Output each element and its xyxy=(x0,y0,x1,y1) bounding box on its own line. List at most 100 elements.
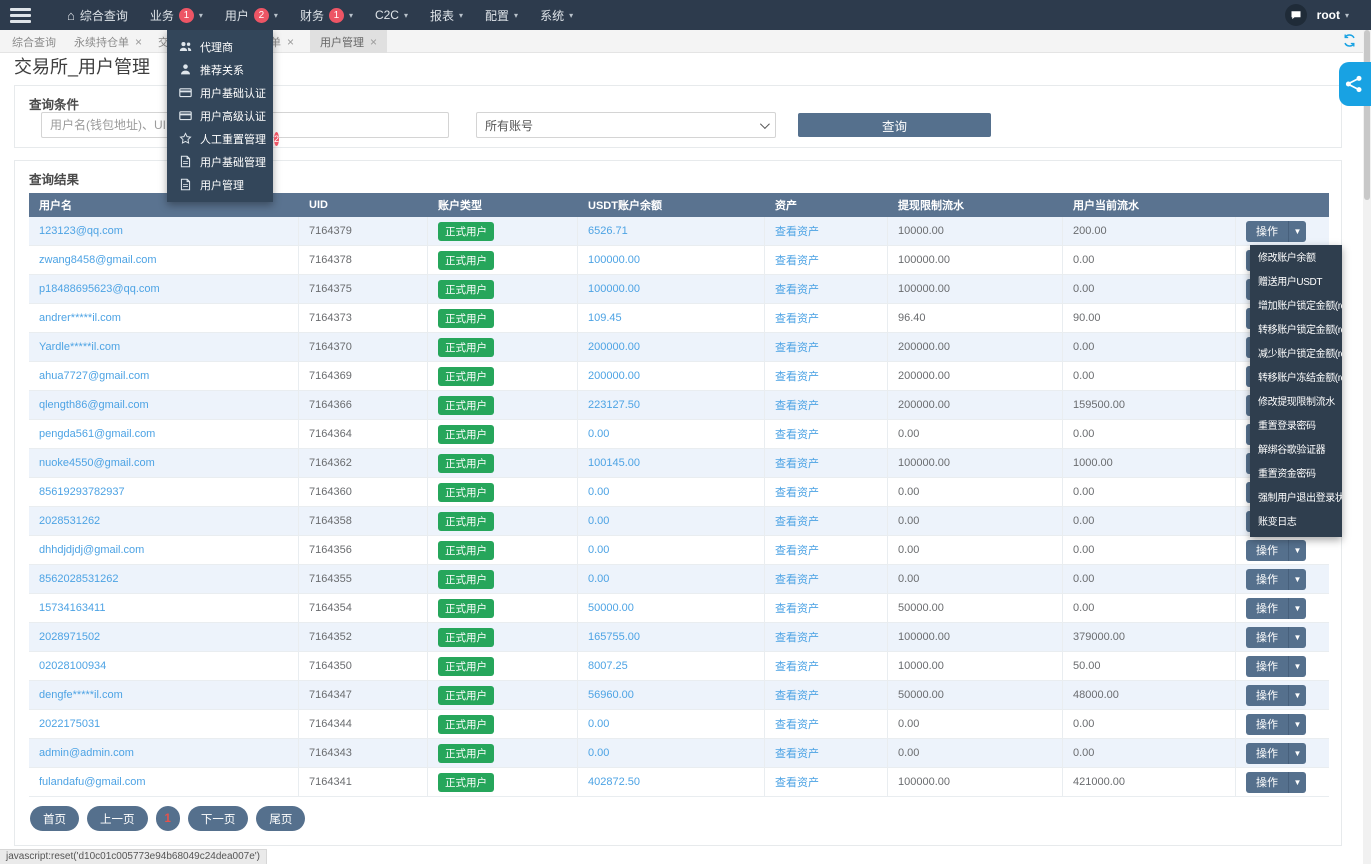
action-caret-button[interactable]: ▼ xyxy=(1288,742,1306,764)
view-assets-link[interactable]: 查看资产 xyxy=(775,571,819,587)
action-menu-item[interactable]: 强制用户退出登录状态 xyxy=(1250,487,1342,511)
usdt-balance-link[interactable]: 100145.00 xyxy=(588,457,640,469)
username-link[interactable]: 2022175031 xyxy=(39,718,100,730)
nav-item[interactable]: 系统 ▾ xyxy=(529,0,584,30)
prev-page-button[interactable]: 上一页 xyxy=(87,806,148,831)
action-menu-item[interactable]: 修改提现限制流水 xyxy=(1250,391,1342,415)
action-menu-item[interactable]: 减少账户锁定金额(root) xyxy=(1250,343,1342,367)
view-assets-link[interactable]: 查看资产 xyxy=(775,426,819,442)
username-link[interactable]: Yardle*****il.com xyxy=(39,341,120,353)
view-assets-link[interactable]: 查看资产 xyxy=(775,774,819,790)
action-button[interactable]: 操作 xyxy=(1246,742,1288,764)
hamburger-menu-icon[interactable] xyxy=(0,0,40,30)
usdt-balance-link[interactable]: 0.00 xyxy=(588,544,609,556)
close-icon[interactable]: × xyxy=(370,36,377,48)
action-button[interactable]: 操作 xyxy=(1246,684,1288,706)
user-menu-item[interactable]: 人工重置管理 2 xyxy=(167,127,280,150)
usdt-balance-link[interactable]: 100000.00 xyxy=(588,254,640,266)
username-link[interactable]: andrer*****il.com xyxy=(39,312,121,324)
user-menu-item[interactable]: 用户管理 xyxy=(167,173,273,196)
usdt-balance-link[interactable]: 0.00 xyxy=(588,573,609,585)
username-link[interactable]: 2028971502 xyxy=(39,631,100,643)
usdt-balance-link[interactable]: 402872.50 xyxy=(588,776,640,788)
view-assets-link[interactable]: 查看资产 xyxy=(775,600,819,616)
view-assets-link[interactable]: 查看资产 xyxy=(775,339,819,355)
usdt-balance-link[interactable]: 165755.00 xyxy=(588,631,640,643)
usdt-balance-link[interactable]: 0.00 xyxy=(588,718,609,730)
usdt-balance-link[interactable]: 56960.00 xyxy=(588,689,634,701)
action-menu-item[interactable]: 重置资金密码 xyxy=(1250,463,1342,487)
usdt-balance-link[interactable]: 200000.00 xyxy=(588,341,640,353)
username-link[interactable]: 85619293782937 xyxy=(39,486,125,498)
username-link[interactable]: admin@admin.com xyxy=(39,747,134,759)
action-button[interactable]: 操作 xyxy=(1246,771,1288,793)
action-menu-item[interactable]: 解绑谷歌验证器 xyxy=(1250,439,1342,463)
action-button[interactable]: 操作 xyxy=(1246,626,1288,648)
action-button[interactable]: 操作 xyxy=(1246,655,1288,677)
action-button[interactable]: 操作 xyxy=(1246,597,1288,619)
share-float-button[interactable] xyxy=(1339,62,1371,106)
action-caret-button[interactable]: ▼ xyxy=(1288,684,1306,706)
first-page-button[interactable]: 首页 xyxy=(30,806,79,831)
username-link[interactable]: 123123@qq.com xyxy=(39,225,123,237)
account-type-select[interactable]: 所有账号 xyxy=(476,112,776,138)
usdt-balance-link[interactable]: 100000.00 xyxy=(588,283,640,295)
username-link[interactable]: qlength86@gmail.com xyxy=(39,399,149,411)
action-caret-button[interactable]: ▼ xyxy=(1288,568,1306,590)
search-button[interactable]: 查询 xyxy=(798,113,991,137)
usdt-balance-link[interactable]: 0.00 xyxy=(588,747,609,759)
username-link[interactable]: nuoke4550@gmail.com xyxy=(39,457,155,469)
usdt-balance-link[interactable]: 8007.25 xyxy=(588,660,628,672)
user-menu-item[interactable]: 代理商 xyxy=(167,35,273,58)
refresh-icon[interactable] xyxy=(1342,33,1357,48)
usdt-balance-link[interactable]: 6526.71 xyxy=(588,225,628,237)
action-menu-item[interactable]: 增加账户锁定金额(root) xyxy=(1250,295,1342,319)
username-link[interactable]: pengda561@gmail.com xyxy=(39,428,155,440)
nav-item[interactable]: 配置 ▾ xyxy=(474,0,529,30)
username-link[interactable]: 2028531262 xyxy=(39,515,100,527)
username-link[interactable]: fulandafu@gmail.com xyxy=(39,776,146,788)
last-page-button[interactable]: 尾页 xyxy=(256,806,306,831)
view-assets-link[interactable]: 查看资产 xyxy=(775,455,819,471)
view-assets-link[interactable]: 查看资产 xyxy=(775,310,819,326)
view-assets-link[interactable]: 查看资产 xyxy=(775,629,819,645)
username-link[interactable]: dengfe*****il.com xyxy=(39,689,123,701)
action-caret-button[interactable]: ▼ xyxy=(1288,539,1306,561)
chat-icon[interactable] xyxy=(1284,4,1307,26)
view-assets-link[interactable]: 查看资产 xyxy=(775,223,819,239)
view-assets-link[interactable]: 查看资产 xyxy=(775,397,819,413)
action-caret-button[interactable]: ▼ xyxy=(1288,626,1306,648)
username-link[interactable]: 8562028531262 xyxy=(39,573,119,585)
action-menu-item[interactable]: 账变日志 xyxy=(1250,511,1342,535)
action-caret-button[interactable]: ▼ xyxy=(1288,220,1306,242)
nav-item[interactable]: 报表 ▾ xyxy=(419,0,474,30)
username-link[interactable]: zwang8458@gmail.com xyxy=(39,254,157,266)
action-caret-button[interactable]: ▼ xyxy=(1288,655,1306,677)
username-link[interactable]: ahua7727@gmail.com xyxy=(39,370,149,382)
action-menu-item[interactable]: 修改账户余额 xyxy=(1250,247,1342,271)
username-link[interactable]: dhhdjdjdj@gmail.com xyxy=(39,544,144,556)
view-assets-link[interactable]: 查看资产 xyxy=(775,368,819,384)
nav-item[interactable]: 用户 2 ▾ xyxy=(214,0,289,30)
action-menu-item[interactable]: 赠送用户USDT xyxy=(1250,271,1342,295)
view-assets-link[interactable]: 查看资产 xyxy=(775,687,819,703)
vertical-scrollbar[interactable] xyxy=(1363,30,1371,864)
usdt-balance-link[interactable]: 0.00 xyxy=(588,486,609,498)
usdt-balance-link[interactable]: 50000.00 xyxy=(588,602,634,614)
username-link[interactable]: 02028100934 xyxy=(39,660,106,672)
view-assets-link[interactable]: 查看资产 xyxy=(775,542,819,558)
action-button[interactable]: 操作 xyxy=(1246,539,1288,561)
nav-item[interactable]: 业务 1 ▾ xyxy=(139,0,214,30)
user-menu-item[interactable]: 用户高级认证 xyxy=(167,104,273,127)
view-assets-link[interactable]: 查看资产 xyxy=(775,252,819,268)
action-button[interactable]: 操作 xyxy=(1246,713,1288,735)
user-menu-item[interactable]: 推荐关系 xyxy=(167,58,273,81)
usdt-balance-link[interactable]: 109.45 xyxy=(588,312,622,324)
usdt-balance-link[interactable]: 200000.00 xyxy=(588,370,640,382)
nav-item[interactable]: 财务 1 ▾ xyxy=(289,0,364,30)
close-icon[interactable]: × xyxy=(287,36,294,48)
action-caret-button[interactable]: ▼ xyxy=(1288,771,1306,793)
usdt-balance-link[interactable]: 223127.50 xyxy=(588,399,640,411)
view-assets-link[interactable]: 查看资产 xyxy=(775,658,819,674)
next-page-button[interactable]: 下一页 xyxy=(187,806,249,831)
